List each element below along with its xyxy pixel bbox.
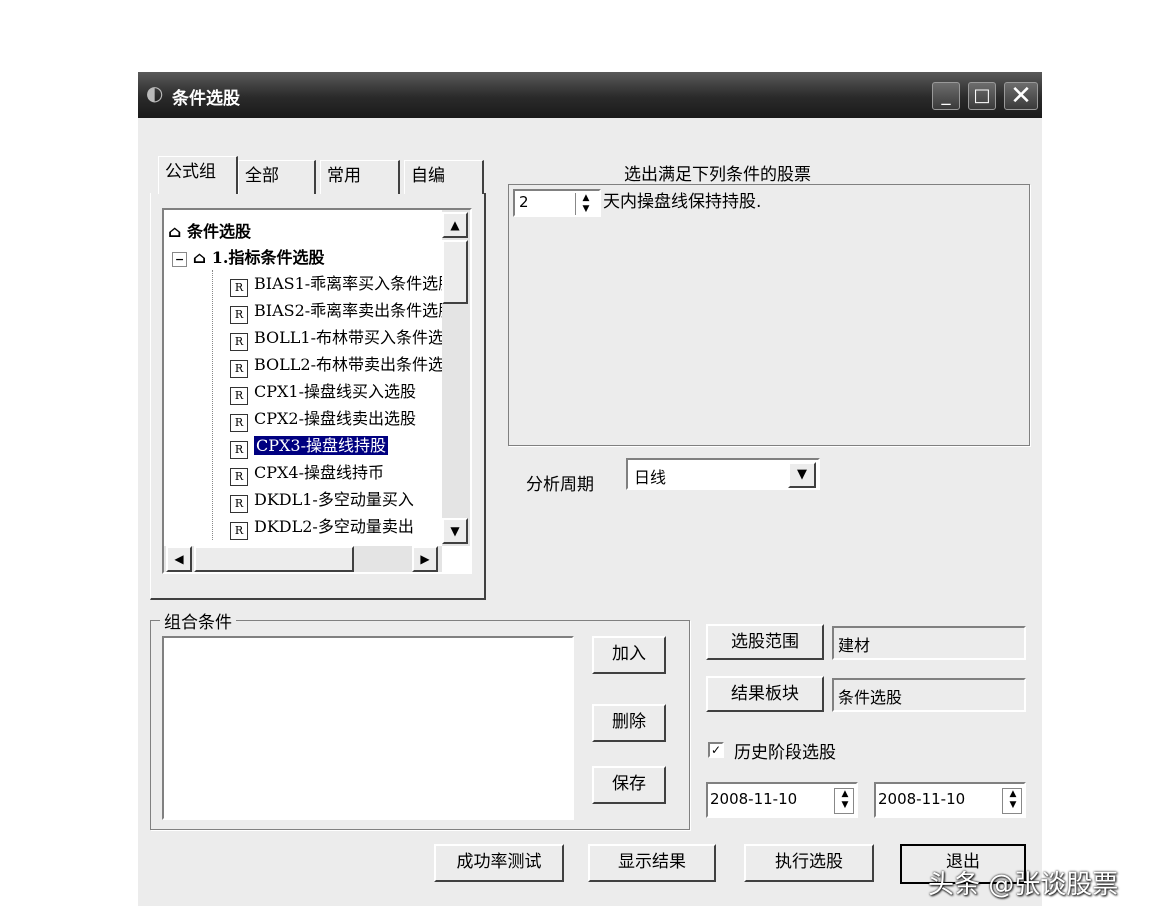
title-bar: ◐ 条件选股 _ □ ✕ <box>138 72 1042 118</box>
scroll-right-arrow-icon[interactable]: ▶ <box>412 546 438 572</box>
collapse-icon[interactable]: − <box>172 252 188 267</box>
add-button[interactable]: 加入 <box>592 636 666 674</box>
tree-root[interactable]: ⌂ 条件选股 <box>168 218 251 242</box>
success-rate-test-button[interactable]: 成功率测试 <box>434 844 564 882</box>
tree-item[interactable]: R CPX4-操盘线持币 <box>230 459 384 486</box>
days-spinner[interactable]: 2 ▲ ▼ <box>513 189 601 217</box>
save-button[interactable]: 保存 <box>592 766 666 804</box>
tree-item[interactable]: R BOLL1-布林带买入条件选股 <box>230 324 460 351</box>
end-date-picker[interactable]: 2008-11-10 ▲ ▼ <box>874 782 1026 818</box>
formula-icon: R <box>230 495 248 513</box>
history-label: 历史阶段选股 <box>734 743 836 763</box>
start-date-picker[interactable]: 2008-11-10 ▲ ▼ <box>706 782 858 818</box>
history-checkbox[interactable]: ✓ <box>708 742 724 758</box>
spin-up-icon[interactable]: ▲ <box>576 193 596 204</box>
home-icon: ⌂ <box>168 222 182 241</box>
combo-condition-label: 组合条件 <box>160 608 236 633</box>
maximize-button[interactable]: □ <box>968 82 996 110</box>
formula-icon: R <box>230 522 248 540</box>
tree-item[interactable]: R CPX3-操盘线持股 <box>230 432 388 459</box>
tree-item[interactable]: R CPX2-操盘线卖出选股 <box>230 405 416 432</box>
tree-item[interactable]: R BOLL2-布林带卖出条件选股 <box>230 351 460 378</box>
stock-range-button[interactable]: 选股范围 <box>706 624 824 660</box>
tree-group[interactable]: − ⌂ 1.指标条件选股 <box>172 244 324 268</box>
spin-up-icon[interactable]: ▲ <box>1003 789 1023 800</box>
formula-icon: R <box>230 333 248 351</box>
formula-icon: R <box>230 414 248 432</box>
formula-icon: R <box>230 360 248 378</box>
scroll-left-arrow-icon[interactable]: ◀ <box>166 546 192 572</box>
chevron-down-icon[interactable]: ▼ <box>788 462 816 488</box>
home-icon: ⌂ <box>192 248 207 267</box>
tab-custom[interactable]: 自编 <box>404 160 484 194</box>
tree-item[interactable]: R BIAS2-乖离率卖出条件选股 <box>230 297 454 324</box>
formula-tree[interactable]: ⌂ 条件选股 − ⌂ 1.指标条件选股 R BIAS1-乖离率买入条件选股 R BIA… <box>162 208 472 574</box>
tab-common[interactable]: 常用 <box>320 160 400 194</box>
scroll-up-arrow-icon[interactable]: ▲ <box>442 212 468 238</box>
tree-item[interactable]: R DKDL2-多空动量卖出 <box>230 513 414 540</box>
spin-up-icon[interactable]: ▲ <box>835 789 855 800</box>
condition-text: 天内操盘线保持持股. <box>603 192 762 212</box>
end-date-spinner[interactable]: ▲ ▼ <box>1002 788 1022 814</box>
tree-guide-line <box>212 270 213 540</box>
combo-condition-list[interactable] <box>162 636 574 820</box>
close-button[interactable]: ✕ <box>1004 82 1038 110</box>
formula-icon: R <box>230 387 248 405</box>
window-title: 条件选股 <box>172 89 240 109</box>
horizontal-scroll-thumb[interactable] <box>194 546 354 572</box>
condition-stock-picker-window: ◐ 条件选股 _ □ ✕ 公式组 全部 常用 自编 ⌂ 条件选股 − ⌂ 1.指… <box>138 72 1042 906</box>
vertical-scrollbar[interactable]: ▲ ▼ <box>442 210 470 546</box>
delete-button[interactable]: 删除 <box>592 704 666 742</box>
stock-range-field[interactable]: 建材 <box>832 626 1026 660</box>
formula-icon: R <box>230 306 248 324</box>
start-date-spinner[interactable]: ▲ ▼ <box>834 788 854 814</box>
spin-down-icon[interactable]: ▼ <box>1003 800 1023 811</box>
formula-icon: R <box>230 441 248 459</box>
minimize-button[interactable]: _ <box>932 82 960 110</box>
tree-item[interactable]: R DKDL1-多空动量买入 <box>230 486 414 513</box>
period-label: 分析周期 <box>526 475 594 495</box>
formula-icon: R <box>230 468 248 486</box>
spin-down-icon[interactable]: ▼ <box>835 800 855 811</box>
period-select[interactable]: 日线 ▼ <box>626 458 820 490</box>
show-results-button[interactable]: 显示结果 <box>588 844 716 882</box>
spin-down-icon[interactable]: ▼ <box>576 204 596 215</box>
scroll-down-arrow-icon[interactable]: ▼ <box>442 518 468 544</box>
tree-item[interactable]: R CPX1-操盘线买入选股 <box>230 378 416 405</box>
tab-all[interactable]: 全部 <box>238 160 316 194</box>
spin-buttons[interactable]: ▲ ▼ <box>575 193 597 215</box>
formula-icon: R <box>230 279 248 297</box>
execute-selection-button[interactable]: 执行选股 <box>744 844 874 882</box>
condition-header: 选出满足下列条件的股票 <box>624 165 811 185</box>
result-block-button[interactable]: 结果板块 <box>706 676 824 712</box>
tab-formula-group[interactable]: 公式组 <box>158 156 238 194</box>
horizontal-scrollbar[interactable]: ◀ ▶ <box>164 546 442 572</box>
tree-item[interactable]: R BIAS1-乖离率买入条件选股 <box>230 270 454 297</box>
condition-panel: 2 ▲ ▼ 天内操盘线保持持股. <box>508 184 1030 446</box>
watermark: 头条 @张谈股票 <box>928 870 1119 900</box>
result-block-field[interactable]: 条件选股 <box>832 678 1026 712</box>
app-logo-icon: ◐ <box>146 81 164 105</box>
vertical-scroll-thumb[interactable] <box>442 240 468 304</box>
